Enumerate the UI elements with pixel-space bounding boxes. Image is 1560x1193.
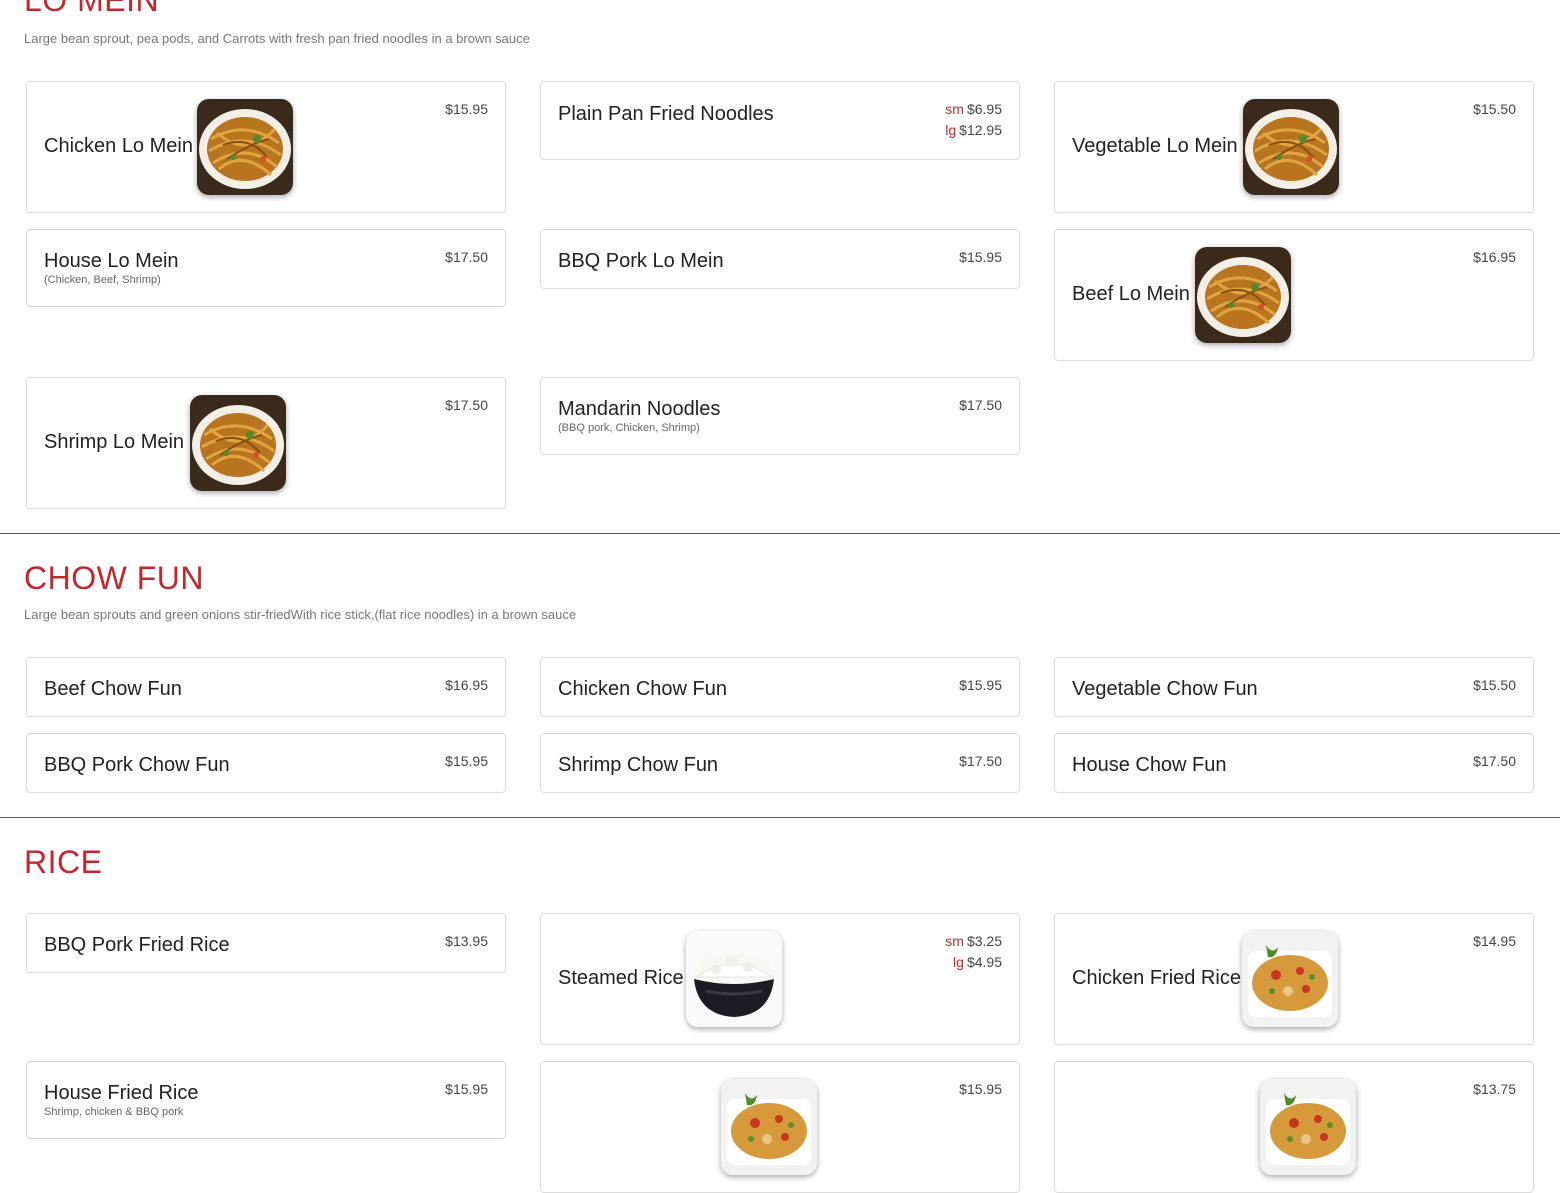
menu-item-beef-lo-mein[interactable]: Beef Lo Mein $16.95 xyxy=(1054,229,1534,361)
item-price: $15.50 xyxy=(1473,677,1516,693)
item-name: BBQ Pork Lo Mein xyxy=(558,250,724,272)
item-price: $13.75 xyxy=(1473,1081,1516,1097)
section-rice: RICE BBQ Pork Fried Rice $13.95 Steamed … xyxy=(0,818,1560,1193)
item-name: House Chow Fun xyxy=(1072,754,1227,776)
item-price: $17.50 xyxy=(959,397,1002,413)
item-price: $15.50 xyxy=(1473,101,1516,117)
item-price: $13.95 xyxy=(445,933,488,949)
item-price: sm $6.95 lg $12.95 xyxy=(945,102,1002,144)
item-name: BBQ Pork Fried Rice xyxy=(44,934,230,956)
fried-rice-photo[interactable] xyxy=(1242,931,1338,1027)
menu-item-bbq-pork-chow-fun[interactable]: BBQ Pork Chow Fun $15.95 xyxy=(26,733,506,793)
menu-item-bbq-pork-lo-mein[interactable]: BBQ Pork Lo Mein $15.95 xyxy=(540,229,1020,289)
item-name: Steamed Rice xyxy=(558,967,684,989)
item-name: House Lo Mein xyxy=(44,250,179,272)
item-price: sm $3.25 lg $4.95 xyxy=(945,934,1002,976)
menu-item-plain-pan-fried-noodles[interactable]: Plain Pan Fried Noodles sm $6.95 lg $12.95 xyxy=(540,81,1020,160)
section-title: CHOW FUN xyxy=(24,560,204,596)
fried-rice-photo[interactable] xyxy=(721,1079,817,1175)
menu-item-house-fried-rice[interactable]: House Fried Rice Shrimp, chicken & BBQ p… xyxy=(26,1061,506,1139)
item-name: Mandarin Noodles xyxy=(558,398,721,420)
section-description: Large bean sprout, pea pods, and Carrots… xyxy=(24,31,530,46)
item-name: Beef Chow Fun xyxy=(44,678,182,700)
menu-item-chicken-chow-fun[interactable]: Chicken Chow Fun $15.95 xyxy=(540,657,1020,717)
size-large-price: $4.95 xyxy=(966,954,1002,970)
section-title: LO MEIN xyxy=(24,0,160,18)
menu-item-shrimp-chow-fun[interactable]: Shrimp Chow Fun $17.50 xyxy=(540,733,1020,793)
noodles-photo[interactable] xyxy=(190,395,286,491)
item-price: $15.95 xyxy=(445,101,488,117)
item-price: $15.95 xyxy=(959,677,1002,693)
rice-bowl-photo[interactable] xyxy=(686,931,782,1027)
menu-item-house-chow-fun[interactable]: House Chow Fun $17.50 xyxy=(1054,733,1534,793)
menu-item-vegetable-lo-mein[interactable]: Vegetable Lo Mein $15.50 xyxy=(1054,81,1534,213)
item-price: $17.50 xyxy=(959,753,1002,769)
item-price: $17.50 xyxy=(445,249,488,265)
menu-item-shrimp-lo-mein[interactable]: Shrimp Lo Mein $17.50 xyxy=(26,377,506,509)
item-name: BBQ Pork Chow Fun xyxy=(44,754,230,776)
menu-item-mandarin-noodles[interactable]: Mandarin Noodles (BBQ pork, Chicken, Shr… xyxy=(540,377,1020,455)
item-price: $15.95 xyxy=(959,249,1002,265)
noodles-photo[interactable] xyxy=(1195,247,1291,343)
section-lo-mein: LO MEIN Large bean sprout, pea pods, and… xyxy=(0,0,1560,534)
section-description: Large bean sprouts and green onions stir… xyxy=(24,607,577,622)
item-note: (Chicken, Beef, Shrimp) xyxy=(44,274,161,286)
section-title: RICE xyxy=(24,844,103,880)
item-price: $17.50 xyxy=(445,397,488,413)
menu-item-steamed-rice[interactable]: Steamed Rice sm $3.25 lg $4.95 xyxy=(540,913,1020,1045)
item-name: Shrimp Chow Fun xyxy=(558,754,719,776)
item-price: $14.95 xyxy=(1473,933,1516,949)
size-large-label: lg xyxy=(953,954,964,970)
item-name: Beef Lo Mein xyxy=(1072,283,1190,305)
item-name: House Fried Rice xyxy=(44,1082,199,1104)
section-chow-fun: CHOW FUN Large bean sprouts and green on… xyxy=(0,534,1560,818)
item-name: Vegetable Lo Mein xyxy=(1072,135,1238,157)
menu-item-fried-rice[interactable]: $15.95 xyxy=(540,1061,1020,1193)
menu-item-fried-rice[interactable]: $13.75 xyxy=(1054,1061,1534,1193)
item-price: $17.50 xyxy=(1473,753,1516,769)
item-price: $15.95 xyxy=(959,1081,1002,1097)
item-note: Shrimp, chicken & BBQ pork xyxy=(44,1106,184,1118)
size-small-label: sm xyxy=(945,101,964,117)
size-large-price: $12.95 xyxy=(959,122,1002,138)
item-name: Chicken Chow Fun xyxy=(558,678,727,700)
item-name: Plain Pan Fried Noodles xyxy=(558,103,774,125)
noodles-photo[interactable] xyxy=(1243,99,1339,195)
item-price: $16.95 xyxy=(445,677,488,693)
size-small-price: $3.25 xyxy=(966,933,1002,949)
item-note: (BBQ pork, Chicken, Shrimp) xyxy=(558,422,700,434)
size-small-label: sm xyxy=(945,933,964,949)
menu-item-beef-chow-fun[interactable]: Beef Chow Fun $16.95 xyxy=(26,657,506,717)
menu-item-chicken-fried-rice[interactable]: Chicken Fried Rice $14.95 xyxy=(1054,913,1534,1045)
menu-item-vegetable-chow-fun[interactable]: Vegetable Chow Fun $15.50 xyxy=(1054,657,1534,717)
size-large-label: lg xyxy=(945,122,957,138)
menu-item-house-lo-mein[interactable]: House Lo Mein (Chicken, Beef, Shrimp) $1… xyxy=(26,229,506,307)
fried-rice-photo[interactable] xyxy=(1260,1079,1356,1175)
item-price: $15.95 xyxy=(445,753,488,769)
item-name: Vegetable Chow Fun xyxy=(1072,678,1258,700)
size-small-price: $6.95 xyxy=(966,101,1002,117)
menu-item-bbq-pork-fried-rice[interactable]: BBQ Pork Fried Rice $13.95 xyxy=(26,913,506,973)
item-name: Shrimp Lo Mein xyxy=(44,431,185,453)
item-price: $15.95 xyxy=(445,1081,488,1097)
item-name: Chicken Lo Mein xyxy=(44,135,193,157)
item-name: Chicken Fried Rice xyxy=(1072,967,1241,989)
menu-item-chicken-lo-mein[interactable]: Chicken Lo Mein $15.95 xyxy=(26,81,506,213)
noodles-photo[interactable] xyxy=(197,99,293,195)
item-price: $16.95 xyxy=(1473,249,1516,265)
